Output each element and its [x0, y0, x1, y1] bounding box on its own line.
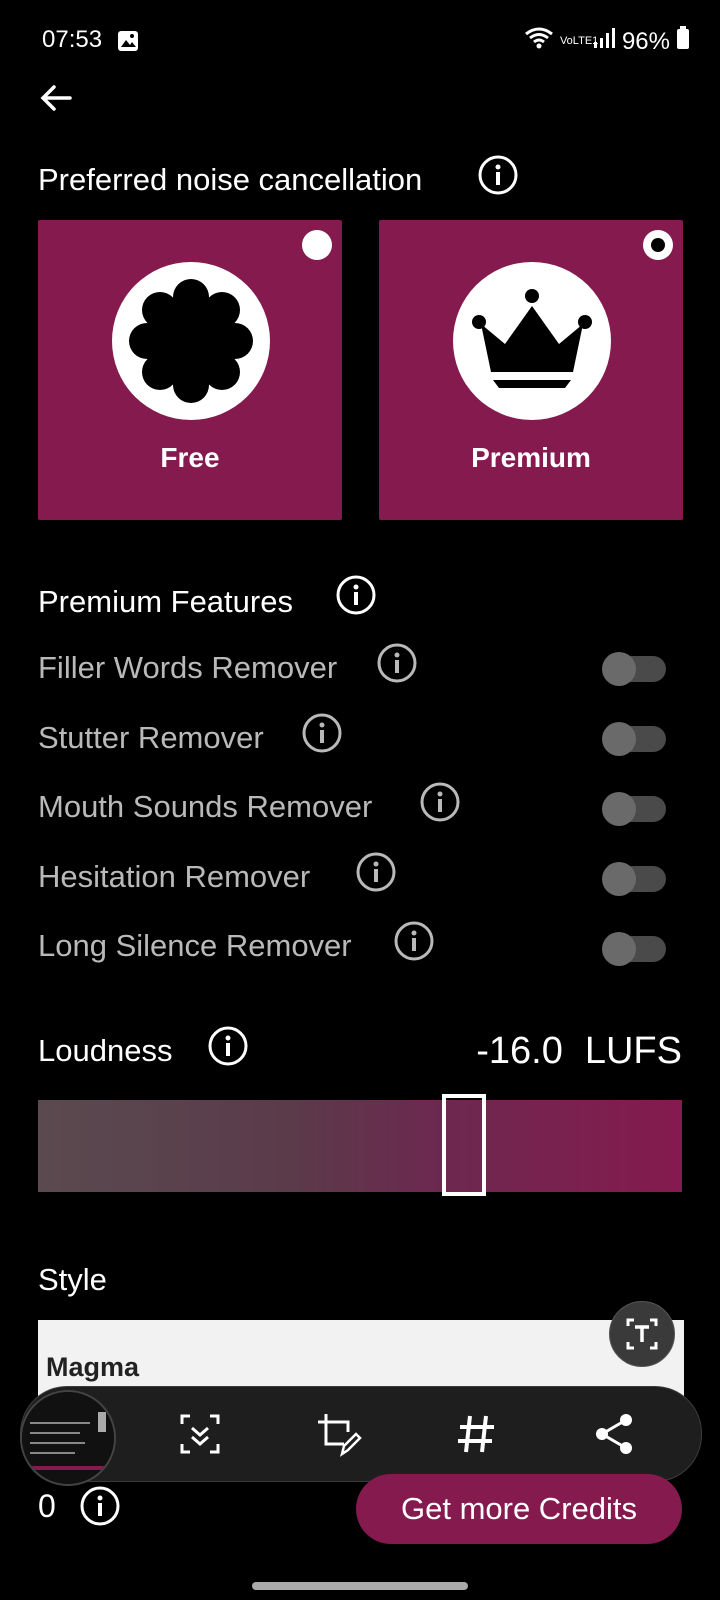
- info-icon[interactable]: [377, 643, 417, 683]
- feature-label: Mouth Sounds Remover: [38, 789, 373, 824]
- get-more-credits-button[interactable]: Get more Credits: [356, 1474, 682, 1544]
- wifi-icon: [524, 26, 554, 57]
- toggle-filler-words[interactable]: [602, 652, 666, 686]
- hashtag-icon[interactable]: [452, 1410, 500, 1458]
- plan-label-free: Free: [160, 442, 220, 473]
- style-title: Style: [38, 1262, 107, 1297]
- toggle-mouth-sounds[interactable]: [602, 792, 666, 826]
- info-icon[interactable]: [420, 782, 460, 822]
- info-icon[interactable]: [80, 1486, 120, 1526]
- gallery-icon: [117, 30, 139, 59]
- badge-icon: [112, 262, 270, 420]
- loudness-title: Loudness: [38, 1033, 173, 1068]
- toggle-hesitation[interactable]: [602, 862, 666, 896]
- signal-icon: [592, 26, 616, 57]
- status-time: 07:53: [42, 26, 103, 53]
- info-icon[interactable]: [394, 921, 434, 961]
- battery-icon: [676, 26, 690, 57]
- back-button[interactable]: [36, 78, 76, 118]
- credits-count: 0: [38, 1488, 56, 1524]
- style-option-label: Magma: [46, 1352, 140, 1382]
- text-scan-icon: [626, 1318, 658, 1350]
- info-icon[interactable]: [302, 713, 342, 753]
- info-icon[interactable]: [208, 1026, 248, 1066]
- loudness-slider-track[interactable]: [38, 1100, 682, 1192]
- plan-card-free[interactable]: Free: [38, 220, 342, 520]
- toggle-stutter[interactable]: [602, 722, 666, 756]
- loudness-value: -16.0: [476, 1030, 563, 1072]
- arrow-left-icon: [40, 85, 72, 111]
- share-icon[interactable]: [590, 1410, 638, 1458]
- plan-label-premium: Premium: [471, 442, 591, 473]
- info-icon[interactable]: [336, 575, 376, 615]
- status-right: VoLTE1 96%: [524, 26, 690, 57]
- volte-label: VoLTE1: [559, 35, 599, 47]
- status-bar: 07:53 VoLTE1 96%: [0, 24, 720, 60]
- feature-label: Hesitation Remover: [38, 859, 311, 894]
- loudness-readout: -16.0 LUFS: [476, 1030, 682, 1073]
- feature-label: Stutter Remover: [38, 720, 264, 755]
- feature-label: Filler Words Remover: [38, 650, 338, 685]
- premium-features-title: Premium Features: [38, 584, 293, 619]
- feature-label: Long Silence Remover: [38, 928, 352, 963]
- scroll-capture-icon[interactable]: [176, 1410, 224, 1458]
- page-title: Preferred noise cancellation: [38, 162, 423, 197]
- extract-text-button[interactable]: [609, 1301, 675, 1367]
- loudness-unit: LUFS: [584, 1030, 682, 1072]
- loudness-slider-thumb[interactable]: [442, 1094, 486, 1196]
- toggle-long-silence[interactable]: [602, 932, 666, 966]
- radio-premium[interactable]: [643, 230, 673, 260]
- info-icon[interactable]: [478, 155, 518, 195]
- info-icon[interactable]: [356, 852, 396, 892]
- crown-icon: [453, 262, 611, 420]
- plan-card-premium[interactable]: Premium: [379, 220, 683, 520]
- screenshot-thumbnail[interactable]: [20, 1390, 116, 1486]
- battery-percent: 96%: [621, 27, 670, 55]
- crop-edit-icon[interactable]: [314, 1410, 362, 1458]
- home-indicator[interactable]: [252, 1582, 468, 1590]
- radio-free[interactable]: [302, 230, 332, 260]
